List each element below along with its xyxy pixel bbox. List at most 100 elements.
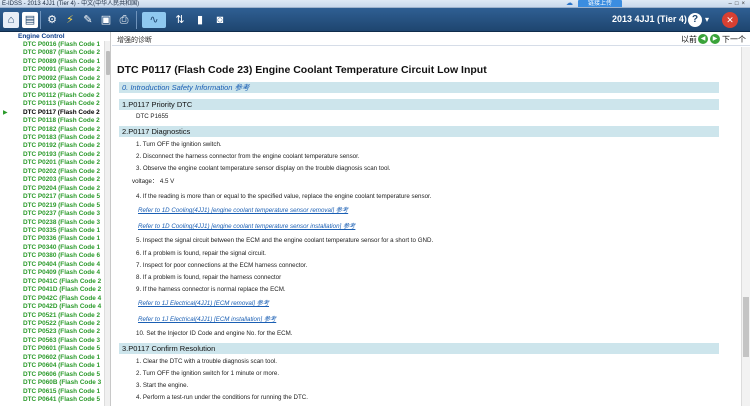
sidebar-item-dtc[interactable]: DTC P0521 (Flash Code 2	[0, 312, 104, 320]
sidebar-item-dtc[interactable]: DTC P0089 (Flash Code 1	[0, 58, 104, 66]
sidebar-item-label: DTC P0615 (Flash Code 1	[23, 387, 101, 395]
sidebar-item-dtc[interactable]: DTC P0604 (Flash Code 1	[0, 362, 104, 370]
sidebar-item-label: DTC P0523 (Flash Code 2	[23, 328, 101, 336]
sidebar-item-dtc[interactable]: DTC P0087 (Flash Code 2	[0, 49, 104, 57]
next-label[interactable]: 下一个	[722, 34, 746, 45]
diag-step-8: 8. If a problem is found, repair the har…	[136, 274, 282, 281]
sidebar-item-dtc[interactable]: DTC P0641 (Flash Code 5	[0, 396, 104, 404]
sidebar-item-dtc[interactable]: DTC P0409 (Flash Code 4	[0, 269, 104, 277]
sidebar-item-dtc[interactable]: DTC P0091 (Flash Code 2	[0, 66, 104, 74]
sidebar-item-dtc[interactable]: DTC P0404 (Flash Code 4	[0, 261, 104, 269]
chevron-down-icon[interactable]: ▾	[705, 13, 715, 27]
sidebar-item-dtc[interactable]: DTC P0219 (Flash Code 5	[0, 202, 104, 210]
help-icon[interactable]: ?	[688, 13, 702, 27]
sidebar-item-dtc[interactable]: DTC P0237 (Flash Code 3	[0, 210, 104, 218]
sidebar-item-dtc[interactable]: DTC P041C (Flash Code 2	[0, 278, 104, 286]
sidebar-item-dtc[interactable]: DTC P0112 (Flash Code 2	[0, 92, 104, 100]
sidebar-item-dtc[interactable]: DTC P0563 (Flash Code 3	[0, 337, 104, 345]
sidebar-item-dtc[interactable]: DTC P0380 (Flash Code 6	[0, 252, 104, 260]
sidebar-item-dtc[interactable]: DTC P0203 (Flash Code 2	[0, 176, 104, 184]
sidebar-item-label: DTC P0112 (Flash Code 2	[23, 91, 100, 99]
sidebar-item-dtc[interactable]: DTC P0182 (Flash Code 2	[0, 126, 104, 134]
electrical-icon[interactable]: ⚡	[62, 12, 78, 28]
sidebar-item-dtc[interactable]: DTC P0523 (Flash Code 2	[0, 328, 104, 336]
sidebar-item-dtc[interactable]: DTC P0202 (Flash Code 2	[0, 168, 104, 176]
sidebar-item-dtc[interactable]: DTC P0201 (Flash Code 2	[0, 159, 104, 167]
sidebar-item-label: DTC P0201 (Flash Code 2	[23, 159, 101, 167]
sidebar-item-label: DTC P0237 (Flash Code 3	[23, 210, 101, 218]
sidebar-item-dtc[interactable]: DTC P0602 (Flash Code 1	[0, 354, 104, 362]
sidebar-item-dtc[interactable]: DTC P042C (Flash Code 4	[0, 295, 104, 303]
window-controls[interactable]: –□×	[729, 0, 748, 7]
sidebar-item-label: DTC P0203 (Flash Code 2	[23, 176, 101, 184]
book-icon[interactable]: ▤	[22, 12, 38, 28]
sidebar-item-label: DTC P0093 (Flash Code 2	[23, 83, 101, 91]
sidebar-item-label: DTC P0091 (Flash Code 2	[23, 66, 101, 74]
sidebar-item-dtc[interactable]: DTC P0113 (Flash Code 2	[0, 100, 104, 108]
sidebar-item-dtc[interactable]: DTC P0238 (Flash Code 3	[0, 219, 104, 227]
cloud-icon[interactable]: ☁	[566, 0, 578, 7]
document-scrollbar[interactable]	[741, 47, 750, 406]
graph-icon[interactable]: ∿	[142, 12, 166, 28]
sidebar-item-dtc[interactable]: DTC P0335 (Flash Code 1	[0, 227, 104, 235]
prev-arrow-icon[interactable]: ◀	[698, 34, 708, 44]
diag-step-9: 9. If the harness connector is normal re…	[136, 286, 286, 293]
connect-button[interactable]: 链接上传	[578, 0, 622, 7]
sidebar-item-dtc[interactable]: DTC P0615 (Flash Code 1	[0, 388, 104, 396]
intro-link[interactable]: 0. Introduction Safety Information 参考	[119, 82, 719, 93]
vehicle-label: 2013 4JJ1 (Tier 4)	[612, 14, 687, 24]
sidebar-item-label: DTC P0602 (Flash Code 1	[23, 353, 101, 361]
sidebar-item-dtc[interactable]: DTC P0016 (Flash Code 1	[0, 41, 104, 49]
sidebar-item-dtc[interactable]: ▶ DTC P0117 (Flash Code 2	[0, 109, 104, 117]
camera-icon[interactable]: ◙	[212, 12, 228, 28]
prev-label[interactable]: 以前	[681, 34, 697, 45]
confirm-step-2: 2. Turn OFF the ignition switch for 1 mi…	[136, 370, 280, 377]
sidebar-item-label: DTC P0092 (Flash Code 2	[23, 74, 101, 82]
document-view: DTC P0117 (Flash Code 23) Engine Coolant…	[112, 47, 740, 406]
sidebar-item-label: DTC P0117 (Flash Code 2	[23, 108, 100, 116]
sidebar-item-label: DTC P0521 (Flash Code 2	[23, 311, 101, 319]
print-icon[interactable]: ⎙	[116, 12, 132, 28]
section-title: 增强的诊断	[117, 37, 152, 44]
sidebar-item-dtc[interactable]: DTC P0118 (Flash Code 2	[0, 117, 104, 125]
sidebar-item-dtc[interactable]: DTC P060B (Flash Code 3	[0, 379, 104, 387]
settings-icon[interactable]: ⚙	[44, 12, 60, 28]
close-icon[interactable]: ✕	[722, 12, 738, 28]
sidebar-item-label: DTC P0606 (Flash Code 5	[23, 370, 101, 378]
sidebar-item-label: DTC P0340 (Flash Code 1	[23, 243, 101, 251]
diag-step-4: 4. If the reading is more than or equal …	[136, 193, 432, 200]
sidebar-item-label: DTC P0204 (Flash Code 2	[23, 184, 101, 192]
sidebar-item-dtc[interactable]: DTC P0193 (Flash Code 2	[0, 151, 104, 159]
sidebar-item-dtc[interactable]: DTC P042D (Flash Code 4	[0, 303, 104, 311]
sidebar-item-label: DTC P0089 (Flash Code 1	[23, 57, 101, 65]
arrows-icon[interactable]: ⇅	[172, 12, 188, 28]
sidebar-item-label: DTC P0016 (Flash Code 1	[23, 41, 101, 48]
sidebar-item-dtc[interactable]: DTC P0093 (Flash Code 2	[0, 83, 104, 91]
next-arrow-icon[interactable]: ▶	[710, 34, 720, 44]
diag-step-1: 1. Turn OFF the ignition switch.	[136, 141, 222, 148]
sidebar-item-dtc[interactable]: DTC P0336 (Flash Code 1	[0, 235, 104, 243]
battery-icon[interactable]: ▮	[192, 12, 208, 28]
sidebar-item-dtc[interactable]: DTC P0183 (Flash Code 2	[0, 134, 104, 142]
sidebar-item-dtc[interactable]: DTC P0522 (Flash Code 2	[0, 320, 104, 328]
link-ect-sensor-removal[interactable]: Refer to 1D Cooling(4JJ1) [engine coolan…	[138, 207, 348, 215]
sidebar-item-dtc[interactable]: DTC P0092 (Flash Code 2	[0, 75, 104, 83]
sidebar-item-label: DTC P0217 (Flash Code 5	[23, 193, 101, 201]
sidebar-item-dtc[interactable]: DTC P0340 (Flash Code 1	[0, 244, 104, 252]
sidebar-item-dtc[interactable]: DTC P0606 (Flash Code 5	[0, 371, 104, 379]
sidebar-item-dtc[interactable]: DTC P0204 (Flash Code 2	[0, 185, 104, 193]
sidebar-item-dtc[interactable]: DTC P0192 (Flash Code 2	[0, 142, 104, 150]
sidebar-item-dtc[interactable]: DTC P041D (Flash Code 2	[0, 286, 104, 294]
sidebar-item-dtc[interactable]: DTC P0601 (Flash Code 5	[0, 345, 104, 353]
sidebar-item-label: DTC P0380 (Flash Code 6	[23, 252, 101, 260]
sidebar-scrollbar[interactable]	[104, 41, 110, 406]
wrench-icon[interactable]: ✎	[80, 12, 96, 28]
engine-icon[interactable]: ▣	[98, 12, 114, 28]
link-ecm-installation[interactable]: Refer to 1J Electrical(4JJ1) [ECM instal…	[138, 316, 276, 324]
window-title: E-IDSS - 2013 4JJ1 (Tier 4) - 中文(中华人民共和国…	[2, 1, 140, 7]
home-icon[interactable]: ⌂	[3, 12, 19, 28]
sidebar-item-dtc[interactable]: DTC P0217 (Flash Code 5	[0, 193, 104, 201]
link-ecm-removal[interactable]: Refer to 1J Electrical(4JJ1) [ECM remova…	[138, 300, 269, 308]
link-ect-sensor-installation[interactable]: Refer to 1D Cooling(4JJ1) [engine coolan…	[138, 223, 355, 231]
confirm-step-4: 4. Perform a test-run under the conditio…	[136, 394, 308, 401]
